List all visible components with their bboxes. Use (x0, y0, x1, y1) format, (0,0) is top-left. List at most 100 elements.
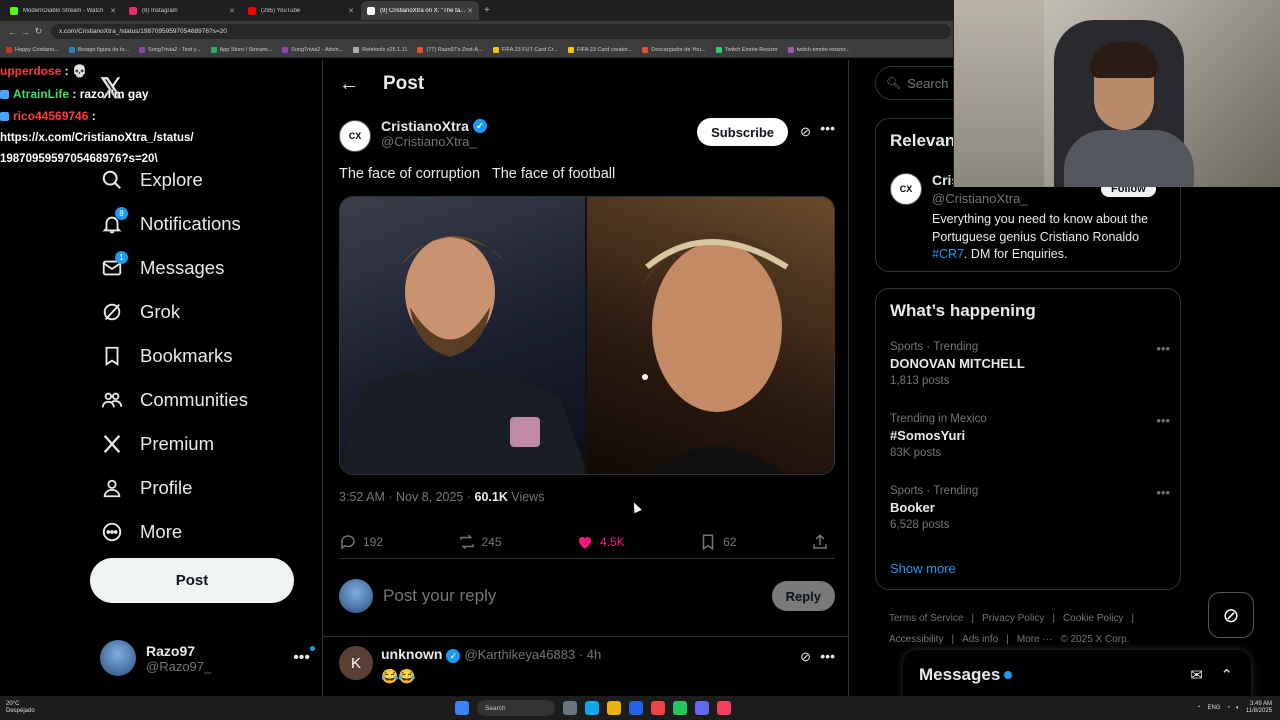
close-icon[interactable]: ✕ (229, 7, 235, 15)
browser-tab[interactable]: (295) YouTube ✕ (242, 1, 360, 20)
post-image-left[interactable] (340, 197, 587, 474)
bookmark-action[interactable]: 62 (699, 533, 737, 551)
close-icon[interactable]: ✕ (348, 7, 354, 15)
more-dots-icon[interactable]: ••• (293, 646, 315, 667)
bookmark-item[interactable]: App Store / Streami... (210, 46, 272, 53)
edge-icon[interactable] (585, 701, 599, 715)
new-tab-icon[interactable]: + (484, 5, 490, 16)
clock[interactable]: 3:49 AM 11/8/2025 (1246, 701, 1272, 715)
repost-action[interactable]: 245 (458, 533, 502, 551)
music-icon[interactable] (717, 701, 731, 715)
wifi-icon[interactable]: ◔ (1227, 705, 1231, 711)
taskbar-search[interactable]: Search (477, 700, 555, 716)
hashtag-link[interactable]: #CR7 (932, 247, 964, 261)
reply-composer: Reply (339, 576, 835, 616)
url-field[interactable]: x.com/CristianoXtra_/status/198709595970… (51, 24, 951, 39)
bookmark-item[interactable]: FIFA 23 Card creator... (567, 46, 632, 53)
bookmark-item[interactable]: (77) Razo97's Zest-A... (417, 46, 483, 53)
trend-name: #SomosYuri (890, 428, 966, 443)
bookmark-item[interactable]: Descargador de You... (642, 46, 706, 53)
account-switcher[interactable]: Razo97 @Razo97_ ••• (100, 638, 315, 678)
trend-item[interactable]: Sports · Trending Booker 6,528 posts ••• (890, 485, 1170, 531)
expand-icon[interactable]: ⌃ (1220, 666, 1233, 684)
messages-drawer[interactable]: Messages ✉ ⌃ (903, 650, 1251, 700)
more-dots-icon[interactable]: ••• (820, 648, 835, 664)
footer-link[interactable]: Terms of Service (889, 613, 963, 624)
author-name[interactable]: CristianoXtra (381, 118, 469, 134)
reload-icon[interactable]: ↻ (32, 26, 45, 37)
discord-icon[interactable] (695, 701, 709, 715)
comment-author-handle[interactable]: @Karthikeya46883 (464, 647, 575, 662)
grok-icon[interactable]: ⊘ (800, 649, 811, 665)
share-action[interactable] (811, 533, 835, 551)
sidebar-item-bookmarks[interactable]: Bookmarks (100, 334, 248, 378)
comment-avatar[interactable]: K (339, 646, 373, 680)
like-action[interactable]: 4.5K (576, 533, 625, 551)
comment-author-name[interactable]: unknown (381, 646, 442, 662)
footer-link[interactable]: Ads info (962, 634, 998, 645)
weather-widget[interactable]: 20°C Despejado (6, 701, 35, 715)
footer-link[interactable]: More ··· (1017, 634, 1053, 645)
browser-tab[interactable]: ModernDiablo Stream - Watch ✕ (4, 1, 122, 20)
footer-link[interactable]: Accessibility (889, 634, 943, 645)
chat-message: AtrainLife : razo I'm gay (0, 83, 330, 106)
trend-item[interactable]: Trending in Mexico #SomosYuri 83K posts … (890, 413, 1170, 459)
sidebar-item-more[interactable]: More (100, 510, 248, 554)
author-avatar[interactable]: CX (339, 120, 371, 152)
bookmark-item[interactable]: SongTrivia2 - Test y... (139, 46, 201, 53)
reply-action[interactable]: 192 (339, 533, 383, 551)
bookmark-item[interactable]: Reletools v25.1.11 (353, 46, 407, 53)
back-arrow-icon[interactable]: ← (339, 73, 359, 96)
grok-icon[interactable]: ⊘ (800, 124, 811, 140)
grok-fab-icon[interactable]: ⊘ (1208, 592, 1254, 638)
trend-item[interactable]: Sports · Trending DONOVAN MITCHELL 1,813… (890, 341, 1170, 387)
post-image-right[interactable] (587, 197, 834, 474)
sidebar-item-grok[interactable]: Grok (100, 290, 248, 334)
more-dots-icon[interactable]: ••• (820, 120, 835, 136)
footer-link[interactable]: Cookie Policy (1063, 613, 1124, 624)
sidebar-item-communities[interactable]: Communities (100, 378, 248, 422)
show-more-link[interactable]: Show more (890, 561, 956, 576)
spotify-icon[interactable] (673, 701, 687, 715)
relevant-avatar[interactable]: CX (890, 173, 922, 205)
browser-tab-active[interactable]: (9) CristianoXtra on X: "The fa... ✕ (361, 1, 479, 20)
sidebar-item-messages[interactable]: 1 Messages (100, 246, 248, 290)
chrome-icon[interactable] (651, 701, 665, 715)
bookmark-item[interactable]: Burago figura de to... (68, 46, 129, 53)
bookmark-item[interactable]: SongTrivia2 - Advin... (282, 46, 343, 53)
more-dots-icon[interactable]: ••• (1156, 485, 1170, 500)
relevant-handle[interactable]: @CristianoXtra_ (932, 191, 1028, 206)
file-explorer-icon[interactable] (607, 701, 621, 715)
footer-link[interactable]: Privacy Policy (982, 613, 1044, 624)
close-icon[interactable]: ✕ (110, 7, 116, 15)
more-dots-icon[interactable]: ••• (1156, 341, 1170, 356)
browser-tab[interactable]: (8) Instagram ✕ (123, 1, 241, 20)
reply-item[interactable]: K unknown ✓ @Karthikeya46883 · 4h 😂😂 ⊘ ••• (339, 646, 835, 685)
bookmark-item[interactable]: FIFA 23 FUT Card Cr... (492, 46, 558, 53)
more-dots-icon[interactable]: ••• (1156, 413, 1170, 428)
close-icon[interactable]: ✕ (467, 7, 473, 15)
new-message-icon[interactable]: ✉ (1190, 666, 1203, 684)
bookmark-item[interactable]: Twitch Emote Resizer (715, 46, 778, 53)
task-view-icon[interactable] (563, 701, 577, 715)
chevron-up-icon[interactable]: ⌃ (1196, 705, 1201, 712)
language-indicator[interactable]: ENG (1208, 705, 1221, 711)
bookmark-item[interactable]: twitch emote resizer... (787, 46, 850, 53)
post-timestamp[interactable]: 3:52 AM · Nov 8, 2025 · (339, 490, 475, 504)
back-icon[interactable]: ← (6, 27, 19, 37)
sidebar-item-profile[interactable]: Profile (100, 466, 248, 510)
reply-input[interactable] (383, 586, 772, 606)
post-button[interactable]: Post (90, 558, 294, 603)
volume-icon[interactable]: 🔈︎ (1236, 705, 1240, 712)
bookmark-item[interactable]: Happy Cristiano... (6, 46, 59, 53)
verified-icon: ✓ (472, 119, 487, 133)
store-icon[interactable] (629, 701, 643, 715)
sidebar-item-notifications[interactable]: 8 Notifications (100, 202, 248, 246)
windows-start-icon[interactable] (455, 701, 469, 715)
subscribe-button[interactable]: Subscribe (697, 118, 788, 146)
post-media[interactable] (339, 196, 835, 475)
sidebar-item-premium[interactable]: Premium (100, 422, 248, 466)
author-handle[interactable]: @CristianoXtra_ (381, 134, 487, 149)
forward-icon[interactable]: → (19, 27, 32, 37)
reply-button[interactable]: Reply (771, 581, 835, 611)
